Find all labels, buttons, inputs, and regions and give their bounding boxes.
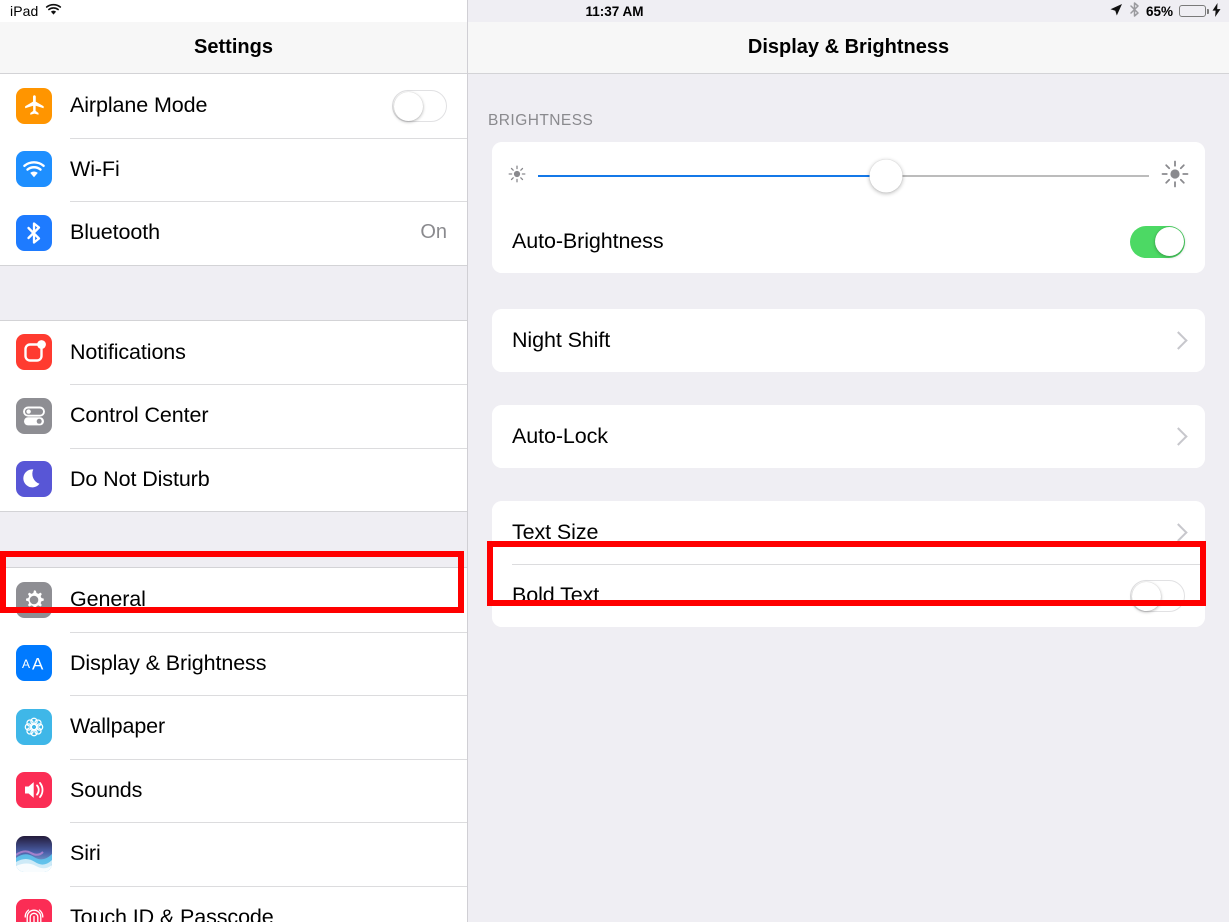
settings-sidebar: Settings Airplane Mode Wi-Fi Bluetooth O… [0, 0, 468, 922]
sidebar-item-label: Wallpaper [70, 714, 166, 739]
sidebar-item-notifications[interactable]: Notifications [0, 320, 467, 384]
brightness-card: Auto-Brightness [492, 142, 1205, 273]
speaker-icon [16, 772, 52, 809]
sidebar-item-label: Wi-Fi [70, 156, 120, 181]
status-bar-right: 65% [1109, 2, 1221, 20]
night-shift-row[interactable]: Night Shift [492, 309, 1205, 372]
sidebar-item-label: Sounds [70, 777, 143, 802]
svg-text:A: A [32, 655, 44, 674]
svg-text:A: A [22, 657, 30, 671]
page-title: Display & Brightness [747, 36, 950, 58]
battery-icon [1179, 5, 1209, 17]
bold-text-toggle[interactable] [1130, 579, 1185, 612]
sidebar-group-system: General A A Display & Brightness Wallpap… [0, 568, 467, 922]
display-brightness-pane: Display & Brightness BRIGHTNESS Auto-Bri… [468, 0, 1229, 922]
sidebar-item-display-brightness[interactable]: A A Display & Brightness [0, 631, 467, 695]
brightness-slider-row[interactable] [492, 142, 1205, 210]
bluetooth-icon [16, 214, 52, 251]
wifi-icon [16, 151, 52, 188]
sun-small-icon [506, 163, 528, 190]
brightness-section-label: BRIGHTNESS [488, 112, 594, 129]
bold-text-row[interactable]: Bold Text [492, 564, 1205, 627]
status-bar-clock: 11:37 AM [585, 3, 644, 19]
sidebar-item-label: General [70, 587, 146, 612]
sidebar-title: Settings [194, 36, 273, 58]
auto-lock-card: Auto-Lock [492, 405, 1205, 468]
sidebar-item-general[interactable]: General [0, 568, 467, 632]
row-label: Text Size [512, 520, 599, 544]
sidebar-item-label: Display & Brightness [70, 650, 267, 675]
sidebar-item-label: Touch ID & Passcode [70, 904, 274, 922]
ipad-settings-screen: iPad 11:37 AM 65% Settings Airplane Mode… [0, 0, 1229, 922]
sidebar-item-wallpaper[interactable]: Wallpaper [0, 695, 467, 759]
airplane-icon [16, 87, 52, 124]
sidebar-item-label: Siri [70, 841, 101, 866]
sidebar-item-do-not-disturb[interactable]: Do Not Disturb [0, 447, 467, 511]
bluetooth-icon [1129, 2, 1140, 20]
sidebar-item-airplane-mode[interactable]: Airplane Mode [0, 74, 467, 138]
wallpaper-flower-icon [16, 708, 52, 745]
notifications-icon [16, 334, 52, 371]
sidebar-header: Settings [0, 22, 467, 74]
battery-percent-label: 65% [1145, 3, 1173, 19]
brightness-slider-track[interactable] [538, 159, 1149, 193]
sidebar-item-wifi[interactable]: Wi-Fi [0, 137, 467, 201]
siri-waves-icon [16, 835, 52, 872]
status-bar: iPad 11:37 AM 65% [0, 0, 1229, 22]
sidebar-item-label: Airplane Mode [70, 93, 208, 118]
airplane-mode-toggle[interactable] [392, 89, 447, 122]
fingerprint-icon [16, 899, 52, 922]
gear-icon [16, 581, 52, 618]
sidebar-group-alerts: Notifications Control Center Do Not Dist… [0, 320, 467, 511]
sidebar-item-siri[interactable]: Siri [0, 822, 467, 886]
lightning-bolt-icon [1212, 2, 1221, 20]
bluetooth-status-value: On [420, 221, 447, 244]
text-card: Text Size Bold Text [492, 501, 1205, 627]
row-label: Auto-Brightness [512, 229, 664, 253]
sun-large-icon [1159, 158, 1191, 195]
sidebar-item-label: Notifications [70, 339, 186, 364]
chevron-right-icon [1172, 523, 1183, 542]
sidebar-group-separator [0, 264, 467, 321]
auto-brightness-row[interactable]: Auto-Brightness [492, 210, 1205, 273]
brightness-slider-fill [538, 175, 887, 177]
text-size-aa-icon: A A [16, 645, 52, 682]
night-shift-card: Night Shift [492, 309, 1205, 372]
sidebar-item-bluetooth[interactable]: Bluetooth On [0, 201, 467, 265]
location-arrow-icon [1109, 3, 1123, 20]
moon-icon [16, 461, 52, 498]
chevron-right-icon [1172, 427, 1183, 446]
sidebar-item-label: Do Not Disturb [70, 466, 210, 491]
auto-brightness-toggle[interactable] [1130, 225, 1185, 258]
sidebar-item-label: Bluetooth [70, 220, 160, 245]
row-label: Bold Text [512, 583, 600, 607]
sidebar-group-connectivity: Airplane Mode Wi-Fi Bluetooth On [0, 74, 467, 265]
sidebar-item-sounds[interactable]: Sounds [0, 758, 467, 822]
text-size-row[interactable]: Text Size [492, 501, 1205, 564]
detail-header: Display & Brightness [468, 22, 1229, 74]
row-label: Auto-Lock [512, 424, 608, 448]
chevron-right-icon [1172, 331, 1183, 350]
brightness-slider-thumb[interactable] [869, 159, 903, 193]
sidebar-item-label: Control Center [70, 403, 209, 428]
sidebar-group-separator [0, 511, 467, 568]
sidebar-item-touch-id-passcode[interactable]: Touch ID & Passcode [0, 885, 467, 922]
auto-lock-row[interactable]: Auto-Lock [492, 405, 1205, 468]
sidebar-item-control-center[interactable]: Control Center [0, 384, 467, 448]
control-center-icon [16, 397, 52, 434]
row-label: Night Shift [512, 328, 611, 352]
